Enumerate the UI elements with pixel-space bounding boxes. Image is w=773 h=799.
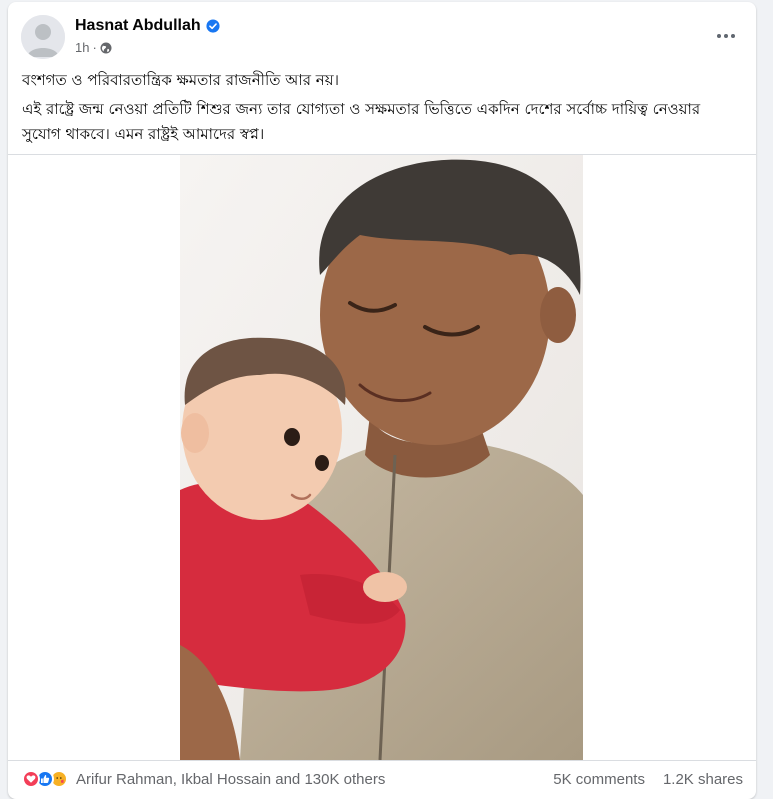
photo-illustration <box>180 155 583 760</box>
post-media[interactable] <box>8 155 756 760</box>
reactions-summary[interactable]: Arifur Rahman, Ikbal Hossain and 130K ot… <box>22 770 385 788</box>
post-paragraph: এই রাষ্ট্রে জন্ম নেওয়া প্রতিটি শিশুর জন… <box>22 100 701 143</box>
post-photo[interactable] <box>180 155 583 760</box>
post-text: বংশগত ও পরিবারতান্ত্রিক ক্ষমতার রাজনীতি … <box>22 68 742 151</box>
comments-count[interactable]: 5K comments <box>553 771 645 788</box>
author-avatar[interactable] <box>21 15 65 59</box>
globe-icon[interactable] <box>100 42 112 54</box>
post-paragraph: বংশগত ও পরিবারতান্ত্রিক ক্ষমতার রাজনীতি … <box>22 71 339 89</box>
post-timestamp[interactable]: 1h <box>75 40 89 55</box>
engagement-stats: 5K comments 1.2K shares <box>553 771 743 788</box>
more-options-button[interactable] <box>708 22 744 50</box>
author-name-row: Hasnat Abdullah <box>75 17 220 35</box>
default-avatar-icon <box>21 15 65 59</box>
more-dot <box>724 34 728 38</box>
reaction-names[interactable]: Arifur Rahman, Ikbal Hossain and 130K ot… <box>76 771 385 788</box>
verified-badge-icon <box>206 19 220 33</box>
more-dot <box>717 34 721 38</box>
post-header: Hasnat Abdullah 1h · <box>8 2 756 62</box>
shares-count[interactable]: 1.2K shares <box>663 771 743 788</box>
more-dot <box>731 34 735 38</box>
author-name[interactable]: Hasnat Abdullah <box>75 17 201 35</box>
post-meta: 1h · <box>75 40 112 55</box>
post-card: Hasnat Abdullah 1h · বংশগত ও পরিবারতান্ত… <box>8 2 756 799</box>
post-footer: Arifur Rahman, Ikbal Hossain and 130K ot… <box>8 761 756 799</box>
meta-separator: · <box>92 40 97 55</box>
love-icon <box>22 770 40 788</box>
